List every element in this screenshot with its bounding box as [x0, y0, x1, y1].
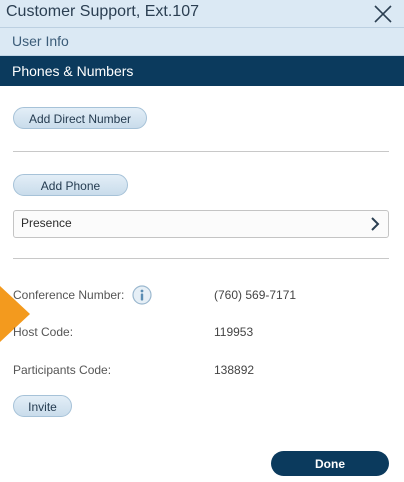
- conference-number-label: Conference Number:: [13, 288, 125, 302]
- presence-label: Presence: [21, 216, 72, 230]
- chevron-right-icon: [371, 217, 380, 231]
- user-info-label: User Info: [12, 33, 69, 49]
- host-code-label: Host Code:: [13, 325, 74, 339]
- user-info-tab[interactable]: User Info: [0, 28, 404, 56]
- done-button[interactable]: Done: [271, 451, 389, 476]
- divider: [13, 151, 389, 152]
- invite-button[interactable]: Invite: [13, 395, 72, 417]
- add-phone-button[interactable]: Add Phone: [13, 174, 128, 196]
- presence-row[interactable]: Presence: [13, 210, 389, 238]
- close-icon[interactable]: [372, 3, 394, 25]
- info-icon[interactable]: [132, 285, 152, 305]
- section-title: Phones & Numbers: [12, 63, 134, 79]
- divider: [13, 258, 389, 259]
- title-bar: Customer Support, Ext.107: [0, 0, 404, 28]
- window-title: Customer Support, Ext.107: [6, 3, 199, 20]
- host-code-value: 119953: [214, 325, 254, 339]
- conference-number-value: (760) 569-7171: [214, 288, 297, 302]
- add-direct-number-button[interactable]: Add Direct Number: [13, 107, 147, 129]
- participants-code-value: 138892: [214, 363, 255, 377]
- participants-code-label: Participants Code:: [13, 363, 112, 377]
- phones-numbers-header: Phones & Numbers: [0, 56, 404, 86]
